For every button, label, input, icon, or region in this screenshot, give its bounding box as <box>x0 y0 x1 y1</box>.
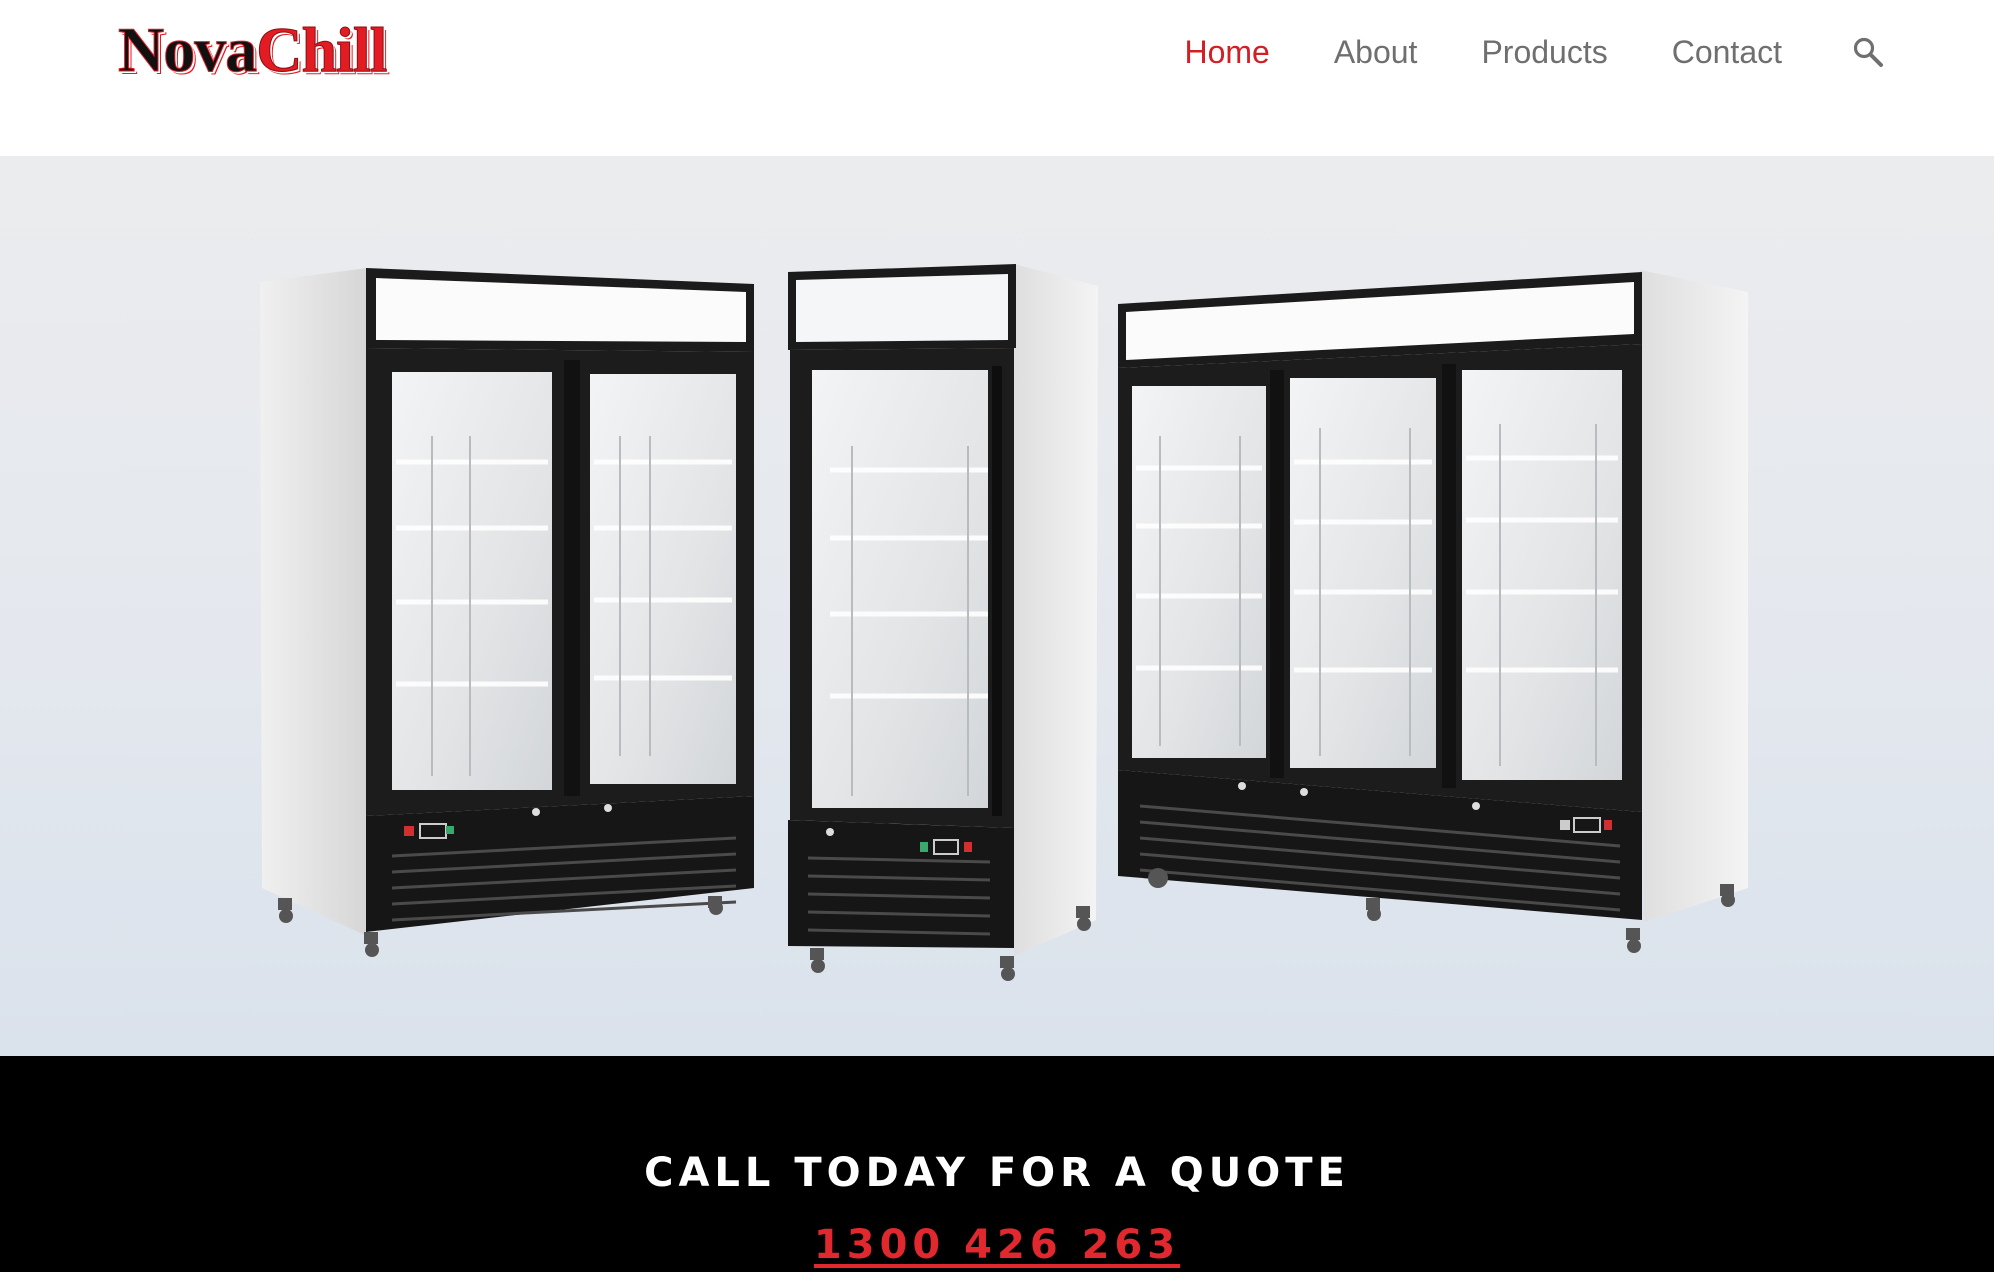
search-button[interactable] <box>1850 34 1886 70</box>
site-header: Nova Chill Home About Products Contact <box>0 0 1994 156</box>
search-icon <box>1853 37 1883 67</box>
call-to-action-banner: CALL TODAY FOR A QUOTE 1300 426 263 <box>0 1056 1994 1272</box>
logo-text-nova: Nova <box>117 14 257 86</box>
cta-heading: CALL TODAY FOR A QUOTE <box>644 1150 1350 1196</box>
fridge-two-door <box>260 268 754 957</box>
phone-number-link[interactable]: 1300 426 263 <box>0 1220 1994 1270</box>
hero-fridges-image <box>260 264 1748 981</box>
hero-banner <box>0 156 1994 1056</box>
main-nav: Home About Products Contact <box>1184 30 1994 74</box>
fridge-three-door <box>1118 270 1748 953</box>
nav-about-link[interactable]: About <box>1334 30 1418 74</box>
nav-home-link[interactable]: Home <box>1184 30 1269 74</box>
logo-text-chill: Chill <box>256 14 388 86</box>
fridge-single-door <box>788 264 1098 981</box>
novachill-logo[interactable]: Nova Chill <box>117 14 388 86</box>
nav-products-link[interactable]: Products <box>1481 30 1607 74</box>
nav-contact-link[interactable]: Contact <box>1672 30 1782 74</box>
